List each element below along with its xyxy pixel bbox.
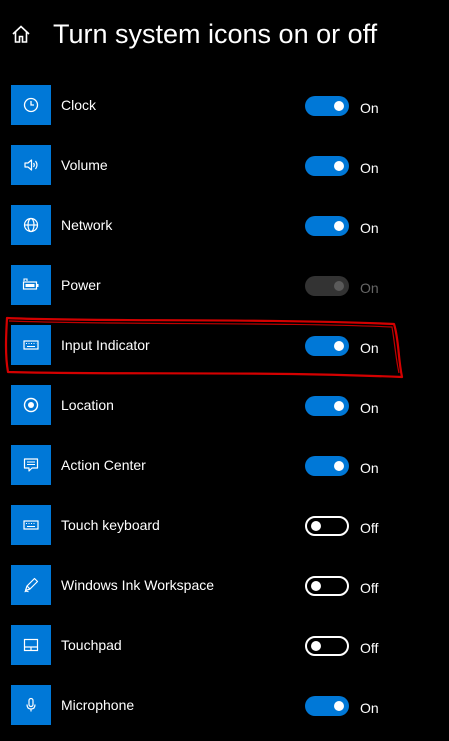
system-icons-list: Clock On Volume On Network On Power On I… bbox=[0, 76, 449, 736]
setting-label: Touch keyboard bbox=[61, 517, 160, 533]
network-globe-icon bbox=[11, 205, 51, 245]
setting-label: Location bbox=[61, 397, 114, 413]
setting-row-clock: Clock On bbox=[0, 76, 449, 136]
setting-row-touch-keyboard: Touch keyboard Off bbox=[0, 496, 449, 556]
action-center-toggle[interactable] bbox=[305, 456, 349, 476]
toggle-knob bbox=[334, 221, 344, 231]
toggle-state: On bbox=[360, 400, 379, 416]
setting-label: Volume bbox=[61, 157, 108, 173]
setting-label: Windows Ink Workspace bbox=[61, 577, 215, 593]
setting-row-volume: Volume On bbox=[0, 136, 449, 196]
toggle-knob bbox=[334, 101, 344, 111]
setting-label: Touchpad bbox=[61, 637, 122, 653]
toggle-state: On bbox=[360, 280, 379, 296]
toggle-knob bbox=[311, 641, 321, 651]
toggle-state: On bbox=[360, 460, 379, 476]
action-center-icon bbox=[11, 445, 51, 485]
page-title: Turn system icons on or off bbox=[53, 19, 378, 49]
pen-icon bbox=[11, 565, 51, 605]
microphone-icon bbox=[11, 685, 51, 725]
volume-toggle[interactable] bbox=[305, 156, 349, 176]
setting-label: Microphone bbox=[61, 697, 135, 713]
toggle-knob bbox=[334, 281, 344, 291]
setting-row-touchpad: Touchpad Off bbox=[0, 616, 449, 676]
volume-icon bbox=[11, 145, 51, 185]
setting-label: Clock bbox=[61, 97, 97, 113]
home-button[interactable] bbox=[8, 21, 34, 47]
toggle-state: On bbox=[360, 220, 379, 236]
setting-label: Power bbox=[61, 277, 101, 293]
windows-ink-workspace-toggle[interactable] bbox=[305, 576, 349, 596]
toggle-knob bbox=[334, 341, 344, 351]
setting-row-windows-ink-workspace: Windows Ink Workspace Off bbox=[0, 556, 449, 616]
toggle-state: On bbox=[360, 160, 379, 176]
toggle-state: On bbox=[360, 700, 379, 716]
location-icon bbox=[11, 385, 51, 425]
setting-label: Input Indicator bbox=[61, 337, 150, 353]
setting-row-action-center: Action Center On bbox=[0, 436, 449, 496]
keyboard-icon bbox=[11, 325, 51, 365]
power-toggle bbox=[305, 276, 349, 296]
microphone-toggle[interactable] bbox=[305, 696, 349, 716]
toggle-knob bbox=[334, 401, 344, 411]
setting-row-input-indicator: Input Indicator On bbox=[0, 316, 449, 376]
toggle-knob bbox=[334, 461, 344, 471]
battery-icon bbox=[11, 265, 51, 305]
location-toggle[interactable] bbox=[305, 396, 349, 416]
toggle-knob bbox=[311, 581, 321, 591]
setting-row-network: Network On bbox=[0, 196, 449, 256]
touch-keyboard-toggle[interactable] bbox=[305, 516, 349, 536]
header: Turn system icons on or off bbox=[0, 0, 449, 70]
setting-label: Network bbox=[61, 217, 113, 233]
network-toggle[interactable] bbox=[305, 216, 349, 236]
toggle-state: Off bbox=[360, 580, 379, 596]
setting-row-location: Location On bbox=[0, 376, 449, 436]
setting-label: Action Center bbox=[61, 457, 146, 473]
toggle-state: On bbox=[360, 340, 379, 356]
clock-icon bbox=[11, 85, 51, 125]
toggle-knob bbox=[334, 701, 344, 711]
touch-keyboard-icon bbox=[11, 505, 51, 545]
toggle-state: Off bbox=[360, 520, 379, 536]
toggle-state: On bbox=[360, 100, 379, 116]
touchpad-toggle[interactable] bbox=[305, 636, 349, 656]
home-icon bbox=[12, 25, 30, 43]
input-indicator-toggle[interactable] bbox=[305, 336, 349, 356]
setting-row-microphone: Microphone On bbox=[0, 676, 449, 736]
toggle-knob bbox=[334, 161, 344, 171]
toggle-state: Off bbox=[360, 640, 379, 656]
setting-row-power: Power On bbox=[0, 256, 449, 316]
clock-toggle[interactable] bbox=[305, 96, 349, 116]
touchpad-icon bbox=[11, 625, 51, 665]
toggle-knob bbox=[311, 521, 321, 531]
